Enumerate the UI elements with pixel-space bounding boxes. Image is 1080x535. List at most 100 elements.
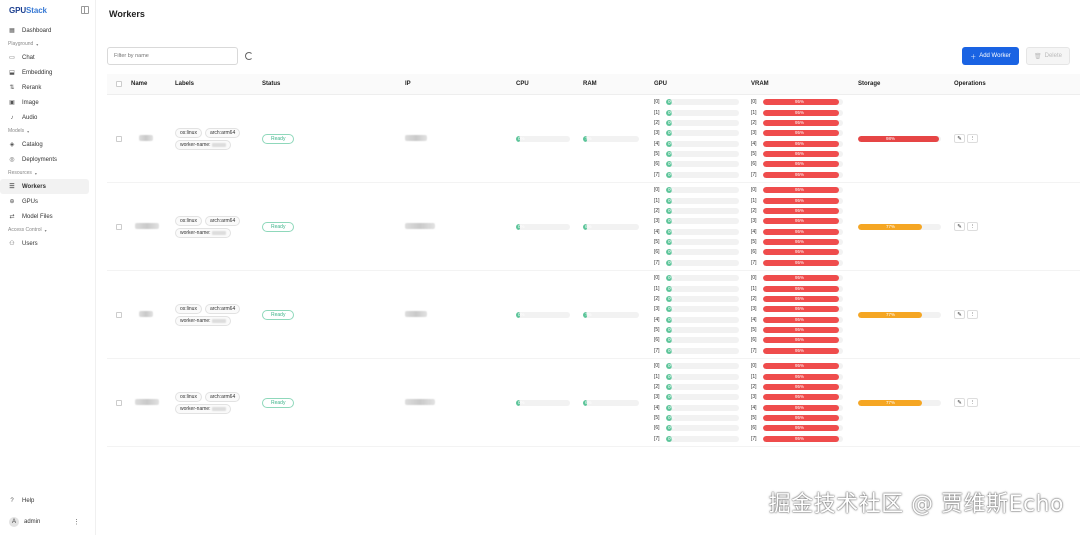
more-icon[interactable]: ⋮ bbox=[967, 310, 978, 319]
edit-icon[interactable]: ✎ bbox=[954, 398, 965, 407]
sidebar-item-audio[interactable]: ♪ Audio bbox=[0, 110, 89, 125]
ip-cell bbox=[405, 398, 516, 407]
sidebar-item-workers[interactable]: ☰ Workers bbox=[0, 179, 89, 194]
gpu-index: [6] bbox=[751, 425, 757, 432]
user-name: admin bbox=[24, 518, 41, 525]
table-row[interactable]: os:linux arch:arm64 worker-name: Ready 0% 6% [… bbox=[107, 183, 1080, 271]
row-checkbox[interactable] bbox=[116, 135, 122, 142]
gpu-bar-text: 0% bbox=[668, 295, 675, 301]
vram-row: [7] 95% bbox=[751, 346, 858, 355]
row-checkbox[interactable] bbox=[116, 311, 122, 318]
more-icon[interactable]: ⋮ bbox=[967, 398, 978, 407]
edit-icon[interactable]: ✎ bbox=[954, 310, 965, 319]
sidebar-section-resources[interactable]: Resources ▾ bbox=[0, 167, 95, 179]
sidebar-item-gpus[interactable]: ⊕ GPUs bbox=[0, 194, 89, 209]
gpu-index: [4] bbox=[654, 316, 660, 323]
vram-row: [1] 95% bbox=[751, 372, 858, 381]
vram-bar: 95% bbox=[763, 239, 843, 246]
vram-row: [4] 95% bbox=[751, 139, 858, 148]
gpu-index: [0] bbox=[751, 99, 757, 106]
gpu-index: [2] bbox=[751, 119, 757, 126]
refresh-icon[interactable] bbox=[245, 52, 253, 60]
sidebar-item-dashboard[interactable]: ▦ Dashboard bbox=[0, 23, 89, 38]
cpu-cell: 0% bbox=[516, 223, 583, 230]
redacted-name bbox=[135, 222, 159, 229]
sidebar-item-catalog[interactable]: ◈ Catalog bbox=[0, 137, 89, 152]
gpu-row: [6] 0% bbox=[654, 336, 751, 345]
row-checkbox[interactable] bbox=[116, 399, 122, 406]
gpu-bar-text: 0% bbox=[668, 425, 675, 431]
ram-cell: 6% bbox=[583, 399, 654, 406]
sidebar-collapse-icon[interactable] bbox=[81, 6, 89, 14]
vram-bar: 95% bbox=[763, 327, 843, 334]
table-row[interactable]: os:linux arch:arm64 worker-name: Ready 0% 7% [… bbox=[107, 271, 1080, 359]
more-icon[interactable]: ⋮ bbox=[73, 518, 80, 526]
vram-bar-text: 95% bbox=[795, 425, 805, 431]
sidebar-item-rerank[interactable]: ⇅ Rerank bbox=[0, 80, 89, 95]
gpu-index: [0] bbox=[654, 187, 660, 194]
gpu-list: [0] 0% [1] 0% [2] 0% [3] 0% [4] 0% [5] 0% [6] 0% [7] 0% bbox=[654, 273, 751, 355]
storage-cell: 98% bbox=[858, 135, 954, 142]
gpu-index: [2] bbox=[751, 295, 757, 302]
delete-button[interactable]: 🗑 Delete bbox=[1026, 47, 1070, 65]
gpu-bar: 0% bbox=[666, 383, 739, 390]
more-icon[interactable]: ⋮ bbox=[967, 222, 978, 231]
header-gpu: GPU bbox=[654, 81, 668, 87]
gpu-bar: 0% bbox=[666, 119, 739, 126]
vram-bar-text: 95% bbox=[795, 249, 805, 255]
header-name[interactable]: Name bbox=[131, 81, 175, 87]
gpu-bar: 0% bbox=[666, 259, 739, 266]
sidebar-item-deployments[interactable]: ◎ Deployments bbox=[0, 152, 89, 167]
user-menu[interactable]: A admin ⋮ bbox=[0, 514, 90, 529]
plus-icon: ＋ bbox=[970, 54, 977, 61]
add-worker-button[interactable]: ＋ Add Worker bbox=[962, 47, 1019, 65]
sidebar-item-chat[interactable]: ▭ Chat bbox=[0, 50, 89, 65]
gpu-row: [7] 0% bbox=[654, 434, 751, 443]
logo[interactable]: GPUStack bbox=[9, 6, 47, 15]
vram-row: [6] 95% bbox=[751, 336, 858, 345]
gpu-bar: 0% bbox=[666, 249, 739, 256]
redacted-name bbox=[139, 134, 153, 141]
gpu-bar-text: 0% bbox=[668, 99, 675, 105]
sidebar-item-help[interactable]: ? Help bbox=[0, 493, 90, 508]
vram-row: [2] 95% bbox=[751, 294, 858, 303]
table-row[interactable]: os:linux arch:arm64 worker-name: Ready 0% 6% [… bbox=[107, 359, 1080, 447]
label-tag: arch:arm64 bbox=[204, 391, 241, 402]
vram-bar: 95% bbox=[763, 425, 843, 432]
worker-name-cell bbox=[131, 398, 175, 407]
gpu-row: [2] 0% bbox=[654, 294, 751, 303]
sidebar-section-playground[interactable]: Playground ▾ bbox=[0, 38, 95, 50]
vram-bar: 95% bbox=[763, 119, 843, 126]
select-all-checkbox[interactable] bbox=[116, 81, 122, 87]
label-tag: os:linux bbox=[175, 303, 202, 314]
vram-bar: 95% bbox=[763, 249, 843, 256]
vram-bar: 95% bbox=[763, 337, 843, 344]
vram-row: [0] 95% bbox=[751, 185, 858, 194]
gpu-index: [3] bbox=[751, 306, 757, 313]
section-title-label: Playground bbox=[8, 41, 34, 47]
gpu-index: [0] bbox=[751, 363, 757, 370]
sidebar-item-model-files[interactable]: ⇄ Model Files bbox=[0, 209, 89, 224]
vram-bar: 95% bbox=[763, 347, 843, 354]
sidebar-item-image[interactable]: ▣ Image bbox=[0, 95, 89, 110]
more-icon[interactable]: ⋮ bbox=[967, 134, 978, 143]
gpu-bar: 0% bbox=[666, 140, 739, 147]
edit-icon[interactable]: ✎ bbox=[954, 134, 965, 143]
vram-bar: 95% bbox=[763, 109, 843, 116]
sidebar-item-label: Rerank bbox=[22, 84, 42, 91]
gpu-index: [3] bbox=[751, 130, 757, 137]
gpu-bar: 0% bbox=[666, 327, 739, 334]
sidebar-item-users[interactable]: ⚇ Users bbox=[0, 236, 89, 251]
sidebar-section-access-control[interactable]: Access Control ▾ bbox=[0, 224, 95, 236]
edit-icon[interactable]: ✎ bbox=[954, 222, 965, 231]
table-row[interactable]: os:linux arch:arm64 worker-name: Ready 0% 7% [… bbox=[107, 95, 1080, 183]
sidebar-item-label: Model Files bbox=[22, 213, 53, 220]
gpu-index: [0] bbox=[654, 363, 660, 370]
search-input[interactable] bbox=[107, 47, 238, 65]
gpu-cell: [0] 0% [1] 0% [2] 0% [3] 0% [4] 0% [5] 0% [6] 0% [7] 0% bbox=[654, 185, 751, 267]
sidebar-section-models[interactable]: Models ▾ bbox=[0, 125, 95, 137]
sidebar-item-embedding[interactable]: ⬓ Embedding bbox=[0, 65, 89, 80]
gpu-bar-text: 0% bbox=[668, 337, 675, 343]
row-checkbox[interactable] bbox=[116, 223, 122, 230]
section-title-label: Resources bbox=[8, 170, 32, 176]
